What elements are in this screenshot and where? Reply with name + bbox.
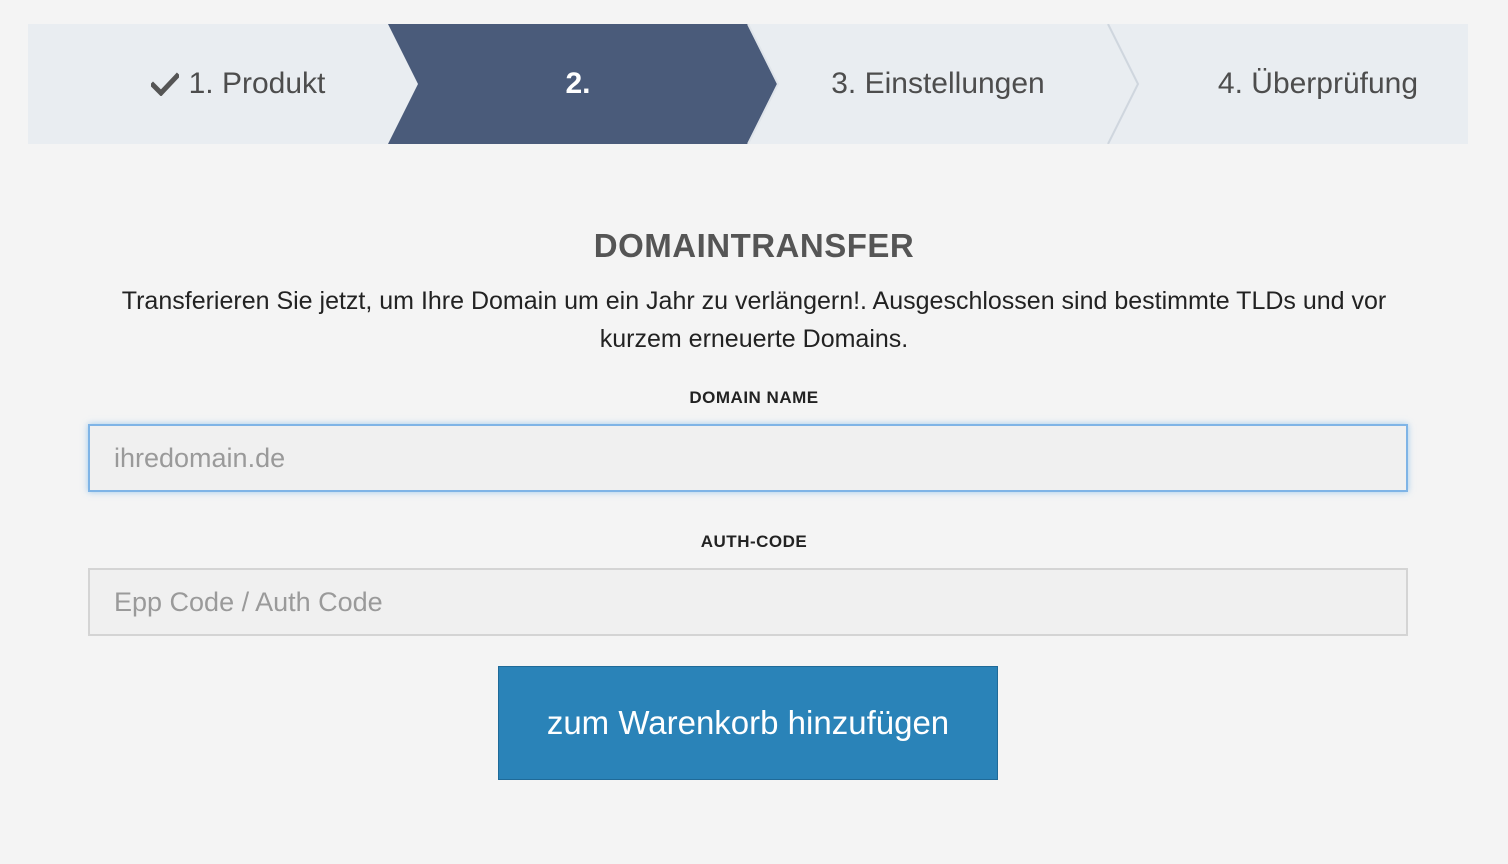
domain-name-input[interactable]	[88, 424, 1408, 492]
domain-name-label: DOMAIN NAME	[689, 388, 819, 407]
step-ueberpruefung: 4. Überprüfung	[1178, 24, 1458, 144]
checkout-stepper: 1. Produkt 2. 3. Einstellungen 4. Überpr…	[28, 24, 1468, 144]
step-label: 2.	[565, 67, 591, 100]
step-domain-active: 2.	[458, 24, 698, 144]
check-icon	[150, 72, 179, 96]
section-title: DOMAINTRANSFER	[593, 227, 915, 264]
step-label: 3. Einstellungen	[831, 67, 1045, 100]
domain-transfer-section: DOMAINTRANSFER Transferieren Sie jetzt, …	[0, 220, 1508, 358]
section-description: Transferieren Sie jetzt, um Ihre Domain …	[121, 287, 1387, 353]
step-label: 1. Produkt	[188, 67, 326, 100]
step-separator	[1107, 24, 1140, 144]
step-einstellungen: 3. Einstellungen	[818, 24, 1058, 144]
step-produkt[interactable]: 1. Produkt	[118, 24, 358, 144]
auth-code-label: AUTH-CODE	[700, 532, 808, 551]
auth-code-input[interactable]	[88, 568, 1408, 636]
step-label: 4. Überprüfung	[1217, 67, 1419, 100]
add-to-cart-button[interactable]: zum Warenkorb hinzufügen	[498, 666, 998, 780]
